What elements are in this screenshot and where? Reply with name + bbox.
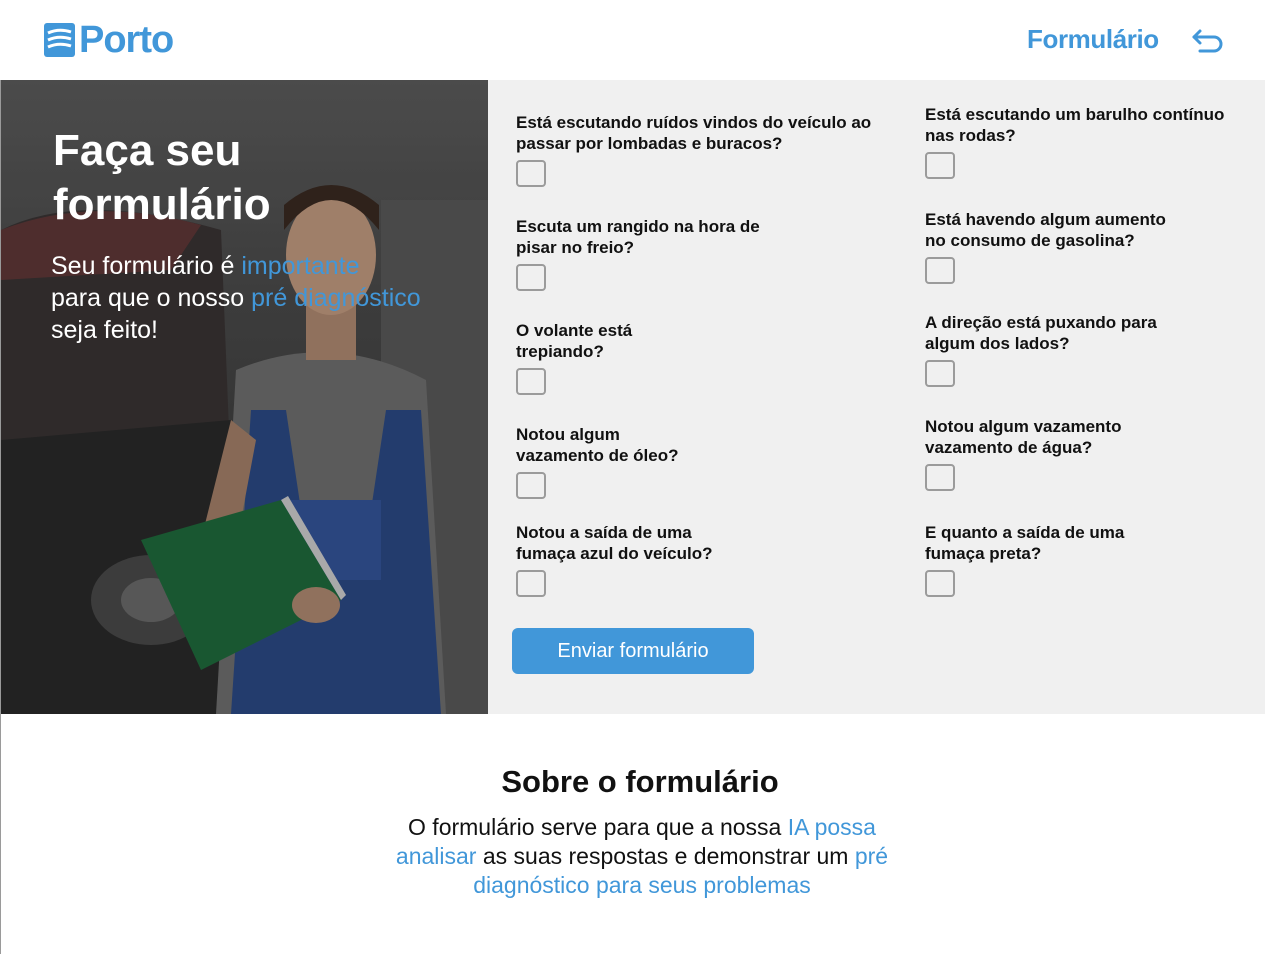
question-item: Está escutando um barulho contínuo nas r… (925, 104, 1245, 179)
hero-sub-highlight-1: importante (241, 252, 360, 280)
question-item: O volante está trepiando? (516, 320, 656, 395)
question-item: Notou algum vazamento de óleo? (516, 424, 696, 499)
question-checkbox[interactable] (925, 464, 955, 491)
question-label: Notou algum vazamento vazamento de água? (925, 417, 1122, 457)
question-checkbox[interactable] (516, 472, 546, 499)
question-checkbox[interactable] (516, 368, 546, 395)
porto-logo-icon (44, 23, 75, 57)
question-label: O volante está trepiando? (516, 321, 633, 361)
form-panel: Está escutando ruídos vindos do veículo … (488, 80, 1265, 714)
hero-sub-text-1: Seu formulário é (51, 252, 242, 280)
hero-sub-text-2: para que o nosso (51, 284, 252, 312)
hero-title: Faça seu formulário (53, 124, 473, 232)
question-checkbox[interactable] (516, 570, 546, 597)
question-label: Está escutando um barulho contínuo nas r… (925, 105, 1225, 145)
hero-sub-highlight-2: pré diagnóstico (251, 284, 421, 312)
return-arrow-icon[interactable] (1190, 26, 1226, 54)
question-label: A direção está puxando para algum dos la… (925, 313, 1157, 353)
question-item: Escuta um rangido na hora de pisar no fr… (516, 216, 776, 291)
question-label: E quanto a saída de uma fumaça preta? (925, 523, 1125, 563)
question-checkbox[interactable] (925, 570, 955, 597)
hero-section: Faça seu formulário Seu formulário é imp… (1, 80, 488, 714)
hero-title-line2: formulário (53, 180, 271, 229)
hero-sub-text-3: seja feito! (51, 316, 159, 344)
question-label: Notou algum vazamento de óleo? (516, 425, 679, 465)
question-item: Notou a saída de uma fumaça azul do veíc… (516, 522, 736, 597)
question-item: A direção está puxando para algum dos la… (925, 312, 1175, 387)
question-checkbox[interactable] (516, 160, 546, 187)
submit-form-button[interactable]: Enviar formulário (512, 628, 754, 674)
question-item: Está havendo algum aumento no consumo de… (925, 209, 1185, 284)
question-item: Está escutando ruídos vindos do veículo … (516, 112, 886, 187)
question-checkbox[interactable] (925, 360, 955, 387)
about-text: O formulário serve para que a nossa IA p… (382, 813, 902, 900)
about-title: Sobre o formulário (501, 764, 779, 799)
top-header: Porto Formulário (0, 0, 1265, 80)
question-checkbox[interactable] (516, 264, 546, 291)
hero-subtitle: Seu formulário é importante para que o no… (51, 250, 431, 346)
question-label: Está havendo algum aumento no consumo de… (925, 210, 1166, 250)
question-label: Está escutando ruídos vindos do veículo … (516, 113, 872, 153)
logo-text: Porto (79, 19, 174, 61)
question-checkbox[interactable] (925, 257, 955, 284)
question-item: E quanto a saída de uma fumaça preta? (925, 522, 1145, 597)
about-text-1: O formulário serve para que a nossa (408, 814, 788, 840)
hero-title-line1: Faça seu (53, 126, 242, 175)
about-text-2: as suas respostas e demonstrar um (476, 843, 855, 869)
question-label: Escuta um rangido na hora de pisar no fr… (516, 217, 760, 257)
nav-title[interactable]: Formulário (1027, 24, 1159, 55)
question-label: Notou a saída de uma fumaça azul do veíc… (516, 523, 713, 563)
question-checkbox[interactable] (925, 152, 955, 179)
porto-logo[interactable]: Porto (44, 19, 174, 61)
question-item: Notou algum vazamento vazamento de água? (925, 416, 1135, 491)
